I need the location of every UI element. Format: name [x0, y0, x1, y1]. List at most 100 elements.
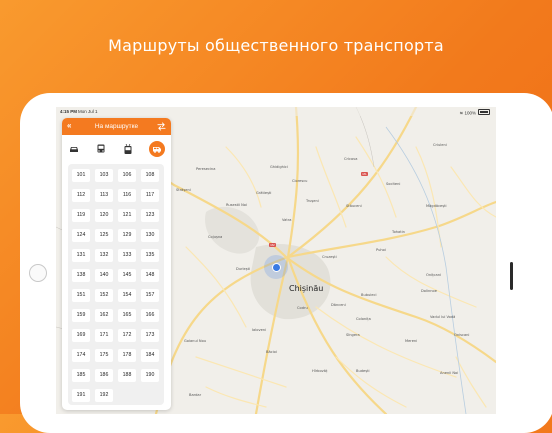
city-label: Peresecina — [196, 167, 216, 171]
city-label: Anenii Noi — [440, 371, 459, 375]
route-button[interactable]: 169 — [72, 329, 90, 342]
city-label: Tohatin — [392, 230, 405, 234]
road-badge: M1 — [361, 172, 369, 176]
route-button[interactable]: 145 — [118, 269, 136, 282]
city-label: Grătiești — [256, 191, 272, 195]
route-button[interactable]: 184 — [141, 349, 159, 362]
route-button[interactable]: 165 — [118, 309, 136, 322]
route-button[interactable]: 186 — [95, 369, 113, 382]
panel-header: « На маршрутке — [62, 118, 171, 135]
route-button[interactable]: 130 — [141, 229, 159, 242]
wifi-icon: ≋ — [459, 110, 464, 116]
battery-icon — [478, 109, 490, 115]
trolleybus-icon[interactable] — [122, 143, 134, 155]
route-button[interactable]: 175 — [95, 349, 113, 362]
city-label: Ciorescu — [292, 179, 308, 183]
route-button[interactable]: 173 — [141, 329, 159, 342]
route-button[interactable]: 116 — [118, 189, 136, 202]
route-button[interactable]: 117 — [141, 189, 159, 202]
city-label: Rusestii Noi — [226, 203, 248, 207]
route-button[interactable]: 171 — [95, 329, 113, 342]
city-label: Puhoi — [376, 248, 386, 252]
status-bar: 4:15 PM Mon Jul 1 ≋ 100% — [56, 107, 496, 116]
minibus-icon[interactable] — [149, 141, 165, 157]
route-button[interactable]: 106 — [118, 169, 136, 182]
route-button[interactable]: 185 — [72, 369, 90, 382]
bus-icon[interactable] — [95, 143, 107, 155]
city-label: Strășeni — [176, 188, 191, 192]
road-badge: M2 — [269, 243, 277, 247]
route-grid: 101 103 106 108 112 113 116 117 119 120 … — [68, 164, 164, 405]
city-label: Cojușna — [208, 235, 223, 239]
route-button[interactable]: 188 — [118, 369, 136, 382]
status-time: 4:15 PM — [60, 109, 78, 114]
city-label: Ghidighici — [270, 165, 288, 169]
city-label: Budești — [356, 369, 370, 373]
route-button[interactable]: 192 — [95, 389, 113, 402]
route-button[interactable]: 152 — [95, 289, 113, 302]
route-button[interactable]: 140 — [95, 269, 113, 282]
route-button[interactable]: 178 — [118, 349, 136, 362]
headline: Маршруты общественного транспорта — [108, 36, 444, 55]
route-button[interactable]: 119 — [72, 209, 90, 222]
route-button[interactable]: 101 — [72, 169, 90, 182]
swap-icon[interactable] — [157, 122, 166, 131]
route-button[interactable]: 162 — [95, 309, 113, 322]
route-button[interactable]: 125 — [95, 229, 113, 242]
route-button[interactable]: 174 — [72, 349, 90, 362]
route-button[interactable]: 138 — [72, 269, 90, 282]
route-button[interactable]: 166 — [141, 309, 159, 322]
status-battery-label: 100% — [464, 110, 476, 116]
side-button — [510, 262, 513, 290]
city-label: Onițcani — [426, 273, 441, 277]
routes-panel: « На маршрутке 101 103 106 108 112 113 1… — [62, 118, 171, 410]
city-label: Trușeni — [306, 199, 319, 203]
panel-title: На маршрутке — [94, 123, 139, 130]
route-button[interactable]: 129 — [118, 229, 136, 242]
city-label: Cruzești — [322, 255, 337, 259]
route-button[interactable]: 159 — [72, 309, 90, 322]
route-button[interactable]: 148 — [141, 269, 159, 282]
route-button[interactable]: 132 — [95, 249, 113, 262]
city-label: Cricova — [344, 157, 358, 161]
route-button[interactable]: 121 — [118, 209, 136, 222]
city-label: Bardar — [189, 393, 202, 397]
route-button[interactable]: 190 — [141, 369, 159, 382]
route-button[interactable]: 123 — [141, 209, 159, 222]
route-button[interactable]: 112 — [72, 189, 90, 202]
car-icon[interactable] — [68, 143, 80, 155]
city-label: Sociteni — [386, 182, 401, 186]
city-label: Oniscani — [454, 333, 470, 337]
route-button[interactable]: 103 — [95, 169, 113, 182]
city-label: Chișinău — [289, 284, 324, 293]
city-label: Ialoveni — [252, 328, 267, 332]
city-label: Criuleni — [433, 143, 447, 147]
status-date: Mon Jul 1 — [78, 109, 98, 114]
city-label: Dănceni — [331, 303, 346, 307]
city-label: Vadul lui Vodă — [430, 315, 456, 319]
city-label: Goianul Nou — [184, 339, 207, 343]
transport-mode-tabs — [62, 135, 171, 163]
route-button[interactable]: 120 — [95, 209, 113, 222]
route-button[interactable]: 113 — [95, 189, 113, 202]
route-button[interactable]: 108 — [141, 169, 159, 182]
city-label: Codru — [297, 306, 308, 310]
route-button[interactable]: 131 — [72, 249, 90, 262]
route-button[interactable]: 124 — [72, 229, 90, 242]
route-button[interactable]: 151 — [72, 289, 90, 302]
route-button[interactable]: 133 — [118, 249, 136, 262]
current-location-dot — [272, 263, 281, 272]
city-label: Dolinnoe — [421, 289, 437, 293]
route-button[interactable]: 191 — [72, 389, 90, 402]
city-label: Durlești — [236, 267, 251, 271]
route-button[interactable]: 172 — [118, 329, 136, 342]
app-screen: Chișinău Strășeni Ialoveni Criuleni Coju… — [56, 107, 496, 414]
status-right: ≋ 100% — [459, 109, 490, 117]
city-label: Colonița — [356, 317, 371, 321]
city-label: Vatra — [282, 218, 292, 222]
route-button[interactable]: 135 — [141, 249, 159, 262]
route-button[interactable]: 154 — [118, 289, 136, 302]
city-label: Măgdăcești — [426, 204, 447, 208]
city-label: Bubuieci — [361, 293, 377, 297]
route-button[interactable]: 157 — [141, 289, 159, 302]
